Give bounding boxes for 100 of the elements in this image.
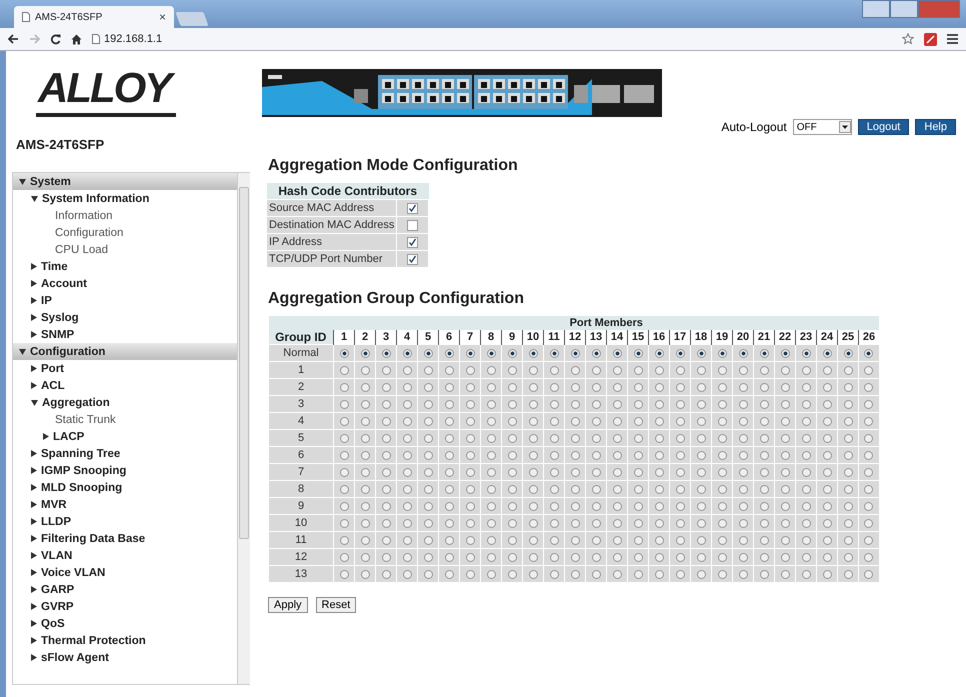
radio-button[interactable]: [612, 536, 622, 545]
radio-button[interactable]: [654, 366, 664, 375]
radio-button[interactable]: [864, 484, 874, 494]
radio-button[interactable]: [360, 552, 370, 562]
radio-button[interactable]: [360, 502, 370, 511]
radio-button[interactable]: [402, 400, 412, 409]
radio-button[interactable]: [654, 536, 664, 545]
radio-button[interactable]: [696, 434, 706, 443]
radio-button[interactable]: [528, 518, 538, 528]
radio-button[interactable]: [634, 484, 642, 494]
radio-button[interactable]: [550, 348, 558, 358]
radio-button[interactable]: [612, 434, 622, 443]
radio-button[interactable]: [760, 484, 768, 494]
radio-button[interactable]: [466, 450, 474, 460]
menu-item[interactable]: ACL: [13, 377, 237, 394]
radio-button[interactable]: [340, 518, 348, 528]
menu-item[interactable]: QoS: [13, 615, 237, 632]
radio-button[interactable]: [738, 434, 748, 443]
radio-button[interactable]: [592, 502, 600, 511]
radio-button[interactable]: [612, 518, 622, 528]
radio-button[interactable]: [528, 348, 538, 358]
radio-button[interactable]: [570, 366, 580, 375]
radio-button[interactable]: [592, 382, 600, 392]
radio-button[interactable]: [654, 552, 664, 562]
radio-button[interactable]: [528, 400, 538, 409]
radio-button[interactable]: [340, 348, 348, 358]
radio-button[interactable]: [718, 468, 726, 477]
radio-button[interactable]: [508, 552, 516, 562]
radio-button[interactable]: [424, 400, 432, 409]
radio-button[interactable]: [738, 552, 748, 562]
radio-button[interactable]: [402, 382, 412, 392]
radio-button[interactable]: [592, 536, 600, 545]
radio-button[interactable]: [612, 484, 622, 494]
radio-button[interactable]: [444, 348, 454, 358]
radio-button[interactable]: [822, 400, 832, 409]
radio-button[interactable]: [360, 348, 370, 358]
radio-button[interactable]: [676, 382, 684, 392]
radio-button[interactable]: [528, 382, 538, 392]
radio-button[interactable]: [760, 570, 768, 579]
radio-button[interactable]: [612, 348, 622, 358]
radio-button[interactable]: [738, 450, 748, 460]
radio-button[interactable]: [738, 570, 748, 579]
radio-button[interactable]: [508, 484, 516, 494]
radio-button[interactable]: [718, 348, 726, 358]
radio-button[interactable]: [654, 570, 664, 579]
radio-button[interactable]: [486, 366, 496, 375]
radio-button[interactable]: [696, 348, 706, 358]
radio-button[interactable]: [780, 366, 790, 375]
radio-button[interactable]: [844, 366, 852, 375]
radio-button[interactable]: [570, 434, 580, 443]
radio-button[interactable]: [592, 348, 600, 358]
radio-button[interactable]: [612, 400, 622, 409]
radio-button[interactable]: [528, 366, 538, 375]
radio-button[interactable]: [864, 570, 874, 579]
radio-button[interactable]: [444, 450, 454, 460]
menu-item[interactable]: CPU Load: [13, 241, 237, 258]
radio-button[interactable]: [486, 502, 496, 511]
radio-button[interactable]: [486, 348, 496, 358]
radio-button[interactable]: [844, 434, 852, 443]
radio-button[interactable]: [360, 468, 370, 477]
radio-button[interactable]: [676, 400, 684, 409]
radio-button[interactable]: [466, 382, 474, 392]
radio-button[interactable]: [676, 552, 684, 562]
radio-button[interactable]: [738, 400, 748, 409]
radio-button[interactable]: [612, 382, 622, 392]
radio-button[interactable]: [612, 552, 622, 562]
radio-button[interactable]: [550, 552, 558, 562]
radio-button[interactable]: [550, 484, 558, 494]
radio-button[interactable]: [654, 450, 664, 460]
radio-button[interactable]: [570, 416, 580, 426]
radio-button[interactable]: [382, 434, 390, 443]
radio-button[interactable]: [570, 450, 580, 460]
radio-button[interactable]: [676, 502, 684, 511]
radio-button[interactable]: [696, 570, 706, 579]
radio-button[interactable]: [528, 468, 538, 477]
radio-button[interactable]: [718, 552, 726, 562]
radio-button[interactable]: [864, 450, 874, 460]
menu-item[interactable]: GVRP: [13, 598, 237, 615]
radio-button[interactable]: [634, 366, 642, 375]
menu-item[interactable]: LLDP: [13, 513, 237, 530]
radio-button[interactable]: [528, 450, 538, 460]
menu-item[interactable]: Voice VLAN: [13, 564, 237, 581]
radio-button[interactable]: [634, 502, 642, 511]
radio-button[interactable]: [570, 518, 580, 528]
radio-button[interactable]: [844, 552, 852, 562]
radio-button[interactable]: [340, 366, 348, 375]
radio-button[interactable]: [508, 502, 516, 511]
radio-button[interactable]: [634, 434, 642, 443]
radio-button[interactable]: [424, 502, 432, 511]
radio-button[interactable]: [382, 518, 390, 528]
radio-button[interactable]: [718, 502, 726, 511]
radio-button[interactable]: [402, 502, 412, 511]
menu-item[interactable]: Configuration: [13, 224, 237, 241]
auto-logout-dropdown[interactable]: OFF: [792, 119, 852, 135]
radio-button[interactable]: [802, 552, 810, 562]
radio-button[interactable]: [424, 450, 432, 460]
radio-button[interactable]: [466, 484, 474, 494]
radio-button[interactable]: [486, 468, 496, 477]
radio-button[interactable]: [444, 484, 454, 494]
radio-button[interactable]: [528, 416, 538, 426]
